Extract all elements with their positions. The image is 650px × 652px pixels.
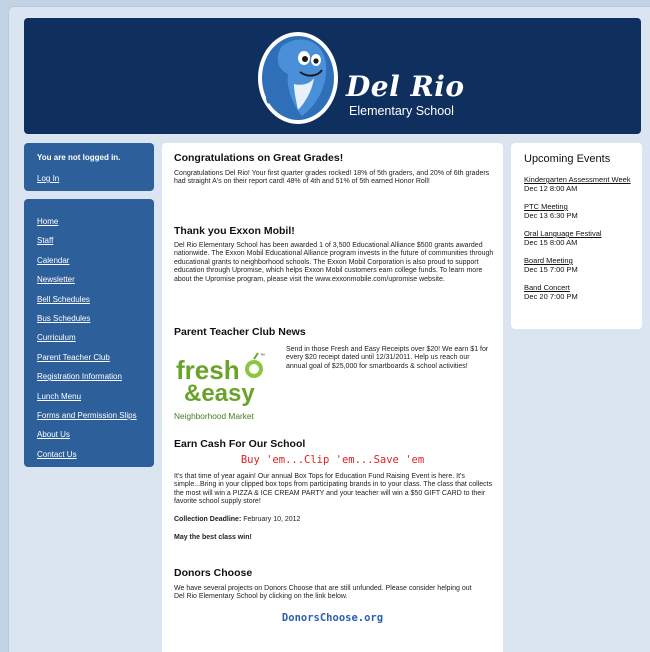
nav-link-home[interactable]: Home xyxy=(37,217,58,226)
events-title: Upcoming Events xyxy=(524,153,611,165)
ptc-title: Parent Teacher Club News xyxy=(174,326,306,338)
fresh-easy-logo: fresh &easy ™ Neighborhood Market xyxy=(174,352,265,421)
event-time: Dec 15 7:00 PM xyxy=(524,265,578,274)
fresh-logo-tm: ™ xyxy=(260,353,265,359)
nav-link-lunch-menu[interactable]: Lunch Menu xyxy=(37,392,81,401)
event-time: Dec 15 8:00 AM xyxy=(524,238,578,247)
deadline-value: February 10, 2012 xyxy=(241,516,301,523)
login-link[interactable]: Log In xyxy=(37,174,59,183)
nav-link-forms[interactable]: Forms and Permission Slips xyxy=(37,411,137,420)
event-item: Kindergarten Assessment Week Dec 12 8:00… xyxy=(524,175,636,193)
donors-body: We have several projects on Donors Choos… xyxy=(174,585,472,601)
nav-link-bell-schedules[interactable]: Bell Schedules xyxy=(37,295,90,304)
donors-choose-link[interactable]: DonorsChoose.org xyxy=(162,612,503,624)
sidebar-nav: Home Staff Calendar Newsletter Bell Sche… xyxy=(24,199,154,467)
nav-link-contact-us[interactable]: Contact Us xyxy=(37,450,77,459)
exxon-title: Thank you Exxon Mobil! xyxy=(174,225,295,237)
grades-title: Congratulations on Great Grades! xyxy=(174,152,344,164)
upcoming-events-panel: Upcoming Events Kindergarten Assessment … xyxy=(511,143,642,329)
nav-link-bus-schedules[interactable]: Bus Schedules xyxy=(37,314,90,323)
cash-closing: May the best class win! xyxy=(174,534,252,541)
cash-body: It's that time of year again! Our annual… xyxy=(174,473,493,506)
nav-link-registration[interactable]: Registration Information xyxy=(37,372,122,381)
event-link[interactable]: Oral Language Festival xyxy=(524,229,636,238)
event-item: PTC Meeting Dec 13 6:30 PM xyxy=(524,202,636,220)
dolphin-mascot-icon xyxy=(258,32,338,124)
event-time: Dec 12 8:00 AM xyxy=(524,184,578,193)
cash-title: Earn Cash For Our School xyxy=(174,438,306,450)
event-item: Band Concert Dec 20 7:00 PM xyxy=(524,283,636,301)
event-link[interactable]: Kindergarten Assessment Week xyxy=(524,175,636,184)
nav-link-about-us[interactable]: About Us xyxy=(37,430,70,439)
login-panel: You are not logged in. Log In xyxy=(24,143,154,191)
nav-link-staff[interactable]: Staff xyxy=(37,236,53,245)
nav-link-parent-teacher-club[interactable]: Parent Teacher Club xyxy=(37,353,110,362)
event-item: Oral Language Festival Dec 15 8:00 AM xyxy=(524,229,636,247)
donors-title: Donors Choose xyxy=(174,567,253,579)
grades-body: Congratulations Del Rio! Your first quar… xyxy=(174,170,490,186)
deadline-label: Collection Deadline: xyxy=(174,516,242,523)
nav-link-newsletter[interactable]: Newsletter xyxy=(37,275,75,284)
nav-link-curriculum[interactable]: Curriculum xyxy=(37,333,76,342)
event-time: Dec 20 7:00 PM xyxy=(524,292,578,301)
main-content: Congratulations on Great Grades! Congrat… xyxy=(162,143,503,652)
event-time: Dec 13 6:30 PM xyxy=(524,211,578,220)
nav-link-calendar[interactable]: Calendar xyxy=(37,256,69,265)
header-banner: Del Rio Elementary School xyxy=(24,18,641,134)
collection-deadline: Collection Deadline: February 10, 2012 xyxy=(174,516,496,524)
event-link[interactable]: Board Meeting xyxy=(524,256,636,265)
event-link[interactable]: Band Concert xyxy=(524,283,636,292)
event-link[interactable]: PTC Meeting xyxy=(524,202,636,211)
ptc-body: Send in those Fresh and Easy Receipts ov… xyxy=(286,346,489,370)
event-item: Board Meeting Dec 15 7:00 PM xyxy=(524,256,636,274)
fresh-logo-line2: &easy xyxy=(184,380,255,407)
fresh-logo-tagline: Neighborhood Market xyxy=(174,411,254,421)
logo-subtitle: Elementary School xyxy=(349,104,454,118)
logo-title: Del Rio xyxy=(346,70,465,103)
exxon-body: Del Rio Elementary School has been award… xyxy=(174,242,494,283)
box-tops-slogan: Buy 'em...Clip 'em...Save 'em xyxy=(240,454,425,466)
login-status-text: You are not logged in. xyxy=(37,153,121,162)
